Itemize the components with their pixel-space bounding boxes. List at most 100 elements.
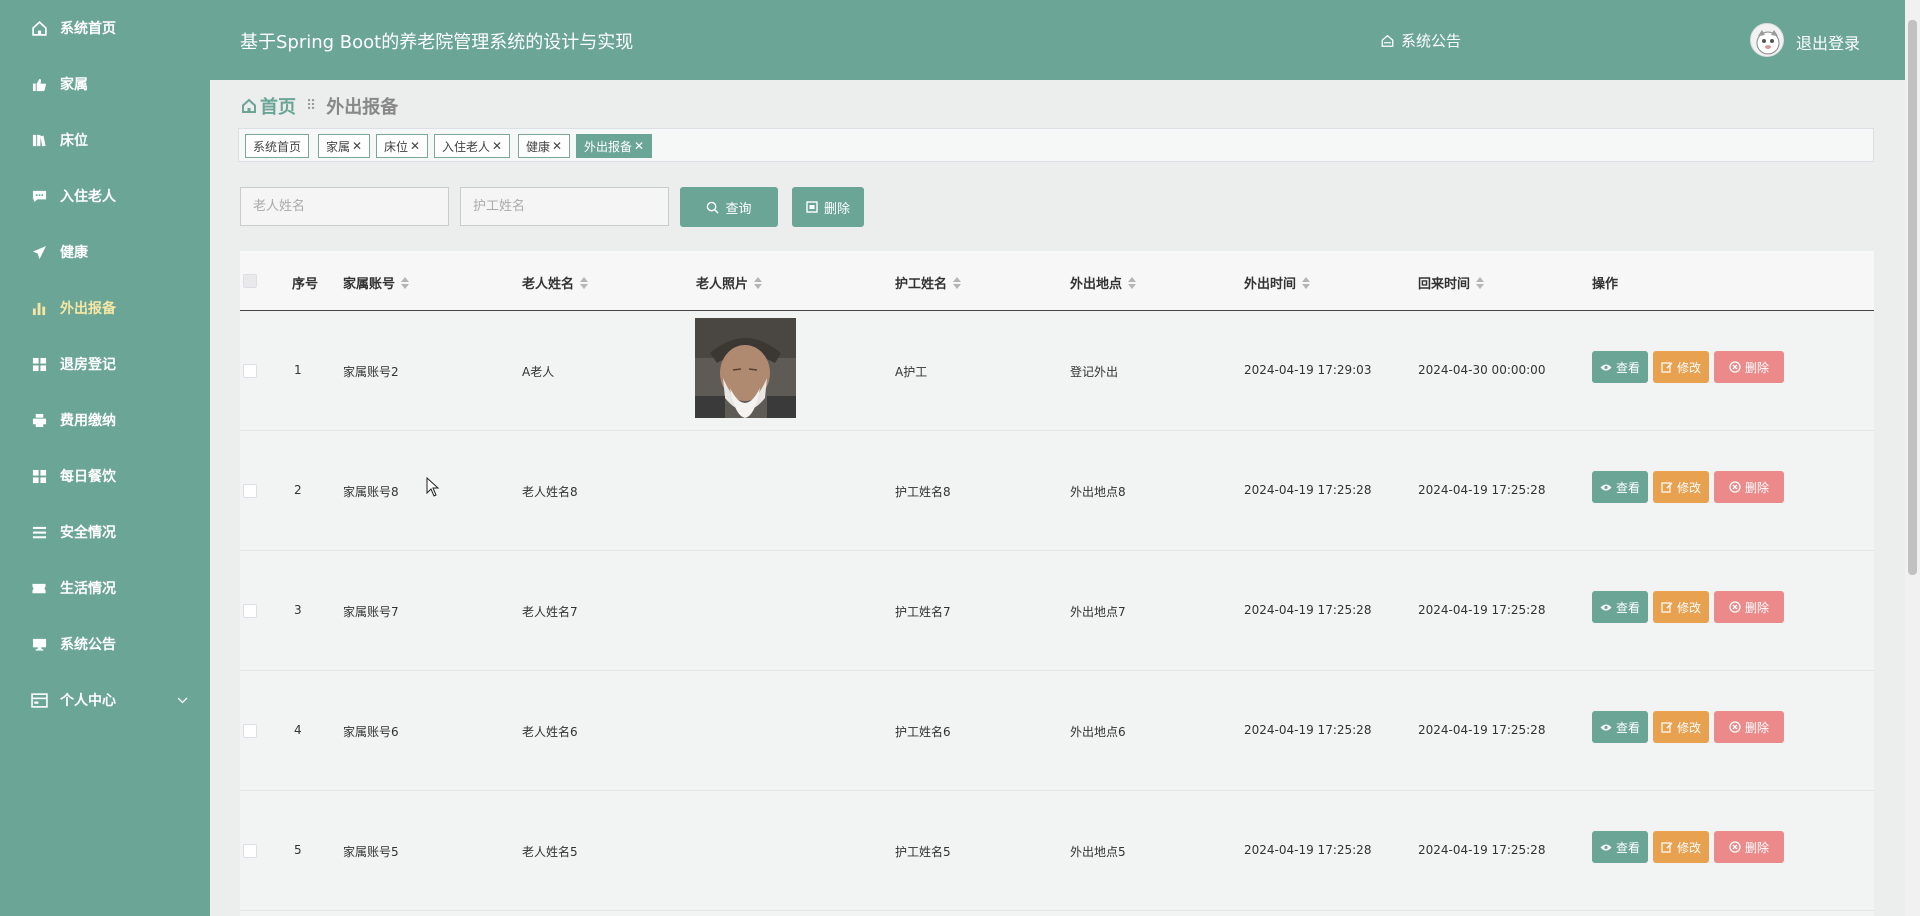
col-nurse-name[interactable]: 护工姓名: [895, 273, 962, 292]
sidebar-item-outing-report[interactable]: 外出报备: [0, 280, 210, 336]
edit-button[interactable]: 修改: [1653, 831, 1709, 863]
col-back-time[interactable]: 回来时间: [1418, 273, 1485, 292]
table-row: 1 家属账号2 A老人 A护工 登记外出 2024-04-19 17:29:03…: [240, 311, 1874, 431]
sort-icon[interactable]: [953, 276, 962, 289]
col-out-time[interactable]: 外出时间: [1244, 273, 1311, 292]
query-button[interactable]: 查询: [680, 187, 778, 227]
delete-button[interactable]: 删除: [1714, 711, 1784, 743]
view-button[interactable]: 查看: [1592, 471, 1648, 503]
sidebar-item-meals[interactable]: 每日餐饮: [0, 448, 210, 504]
sort-icon[interactable]: [1476, 276, 1485, 289]
row-checkbox[interactable]: [243, 604, 257, 618]
batch-delete-button[interactable]: 删除: [792, 187, 864, 227]
col-elder-name[interactable]: 老人姓名: [522, 273, 589, 292]
cell-elder-name: 老人姓名5: [522, 845, 578, 859]
monitor-icon: [30, 635, 48, 653]
table-row: 3 家属账号7 老人姓名7 护工姓名7 外出地点7 2024-04-19 17:…: [240, 551, 1874, 671]
mouse-cursor-icon: [426, 476, 440, 501]
sidebar-item-profile[interactable]: 个人中心: [0, 672, 210, 728]
select-all-checkbox[interactable]: [243, 274, 257, 288]
sidebar-item-home[interactable]: 系统首页: [0, 0, 210, 56]
query-label: 查询: [725, 201, 752, 217]
sort-icon[interactable]: [1302, 276, 1311, 289]
sort-icon[interactable]: [754, 276, 763, 289]
tag-outing-report[interactable]: 外出报备 ✕: [576, 134, 653, 158]
scrollbar-thumb[interactable]: [1908, 20, 1917, 575]
row-checkbox[interactable]: [243, 484, 257, 498]
row-checkbox[interactable]: [243, 844, 257, 858]
tag-health[interactable]: 健康 ✕: [518, 134, 571, 158]
col-family-account[interactable]: 家属账号: [343, 273, 410, 292]
tag-residents[interactable]: 入住老人 ✕: [434, 134, 511, 158]
page-scrollbar[interactable]: [1905, 0, 1920, 916]
sidebar-item-bed[interactable]: 床位: [0, 112, 210, 168]
sidebar-item-label: 个人中心: [60, 693, 116, 709]
close-icon[interactable]: ✕: [492, 139, 502, 153]
system-notice-link[interactable]: 系统公告: [1380, 30, 1461, 51]
edit-button[interactable]: 修改: [1653, 351, 1709, 383]
sidebar-item-checkout[interactable]: 退房登记: [0, 336, 210, 392]
delete-button[interactable]: 删除: [1714, 471, 1784, 503]
eye-icon: [1600, 484, 1612, 490]
sidebar-item-family[interactable]: 家属: [0, 56, 210, 112]
cell-place: 外出地点5: [1070, 845, 1126, 859]
sort-icon[interactable]: [1128, 276, 1137, 289]
sidebar-item-living[interactable]: 生活情况: [0, 560, 210, 616]
close-icon[interactable]: ✕: [352, 139, 362, 153]
sidebar-item-label: 床位: [60, 133, 88, 149]
tag-home[interactable]: 系统首页: [245, 134, 310, 158]
logout-button[interactable]: 退出登录: [1796, 30, 1860, 54]
view-button[interactable]: 查看: [1592, 711, 1648, 743]
tag-bed[interactable]: 床位 ✕: [376, 134, 429, 158]
close-circle-icon: [1729, 841, 1741, 853]
row-checkbox[interactable]: [243, 724, 257, 738]
edit-button[interactable]: 修改: [1653, 591, 1709, 623]
sort-icon[interactable]: [580, 276, 589, 289]
sidebar-item-fees[interactable]: 费用缴纳: [0, 392, 210, 448]
elder-photo[interactable]: [695, 318, 796, 418]
nurse-name-input[interactable]: [460, 187, 669, 226]
sidebar-item-announcements[interactable]: 系统公告: [0, 616, 210, 672]
row-checkbox[interactable]: [243, 364, 257, 378]
breadcrumb-current: 外出报备: [326, 97, 399, 118]
col-index: 序号: [292, 273, 318, 292]
sidebar-item-label: 入住老人: [60, 189, 116, 205]
close-circle-icon: [1729, 361, 1741, 373]
sidebar-item-residents[interactable]: 入住老人: [0, 168, 210, 224]
sidebar-item-safety[interactable]: 安全情况: [0, 504, 210, 560]
breadcrumb-home[interactable]: 首页: [241, 93, 296, 119]
delete-button[interactable]: 删除: [1714, 591, 1784, 623]
top-header: 基于Spring Boot的养老院管理系统的设计与实现 系统公告 退出登录: [210, 0, 1910, 80]
view-label: 查看: [1615, 360, 1640, 375]
elder-name-input[interactable]: [240, 187, 449, 226]
col-label: 外出地点: [1070, 277, 1123, 292]
edit-button[interactable]: 修改: [1653, 711, 1709, 743]
avatar[interactable]: [1750, 23, 1784, 57]
tags-bar: 系统首页 家属 ✕ 床位 ✕ 入住老人 ✕ 健康 ✕ 外出报备 ✕: [238, 128, 1874, 162]
delete-button[interactable]: 删除: [1714, 831, 1784, 863]
table-row: 5 家属账号5 老人姓名5 护工姓名5 外出地点5 2024-04-19 17:…: [240, 791, 1874, 911]
sort-icon[interactable]: [401, 276, 410, 289]
eye-icon: [1600, 844, 1612, 850]
cell-out-time: 2024-04-19 17:25:28: [1244, 603, 1372, 617]
chevron-down-icon[interactable]: [177, 692, 188, 708]
printer-icon: [30, 411, 48, 429]
edit-button[interactable]: 修改: [1653, 471, 1709, 503]
close-icon[interactable]: ✕: [634, 139, 644, 153]
col-elder-photo[interactable]: 老人照片: [696, 273, 763, 292]
close-icon[interactable]: ✕: [410, 139, 420, 153]
home-icon: [30, 19, 48, 37]
sidebar-item-label: 生活情况: [60, 581, 116, 597]
row-actions: 查看 修改 删除: [1592, 711, 1789, 743]
tag-family[interactable]: 家属 ✕: [318, 134, 371, 158]
cell-index: 4: [294, 723, 302, 737]
col-label: 家属账号: [343, 277, 396, 292]
view-label: 查看: [1615, 720, 1640, 735]
view-button[interactable]: 查看: [1592, 831, 1648, 863]
col-place[interactable]: 外出地点: [1070, 273, 1137, 292]
view-button[interactable]: 查看: [1592, 351, 1648, 383]
close-icon[interactable]: ✕: [552, 139, 562, 153]
sidebar-item-health[interactable]: 健康: [0, 224, 210, 280]
view-button[interactable]: 查看: [1592, 591, 1648, 623]
delete-button[interactable]: 删除: [1714, 351, 1784, 383]
